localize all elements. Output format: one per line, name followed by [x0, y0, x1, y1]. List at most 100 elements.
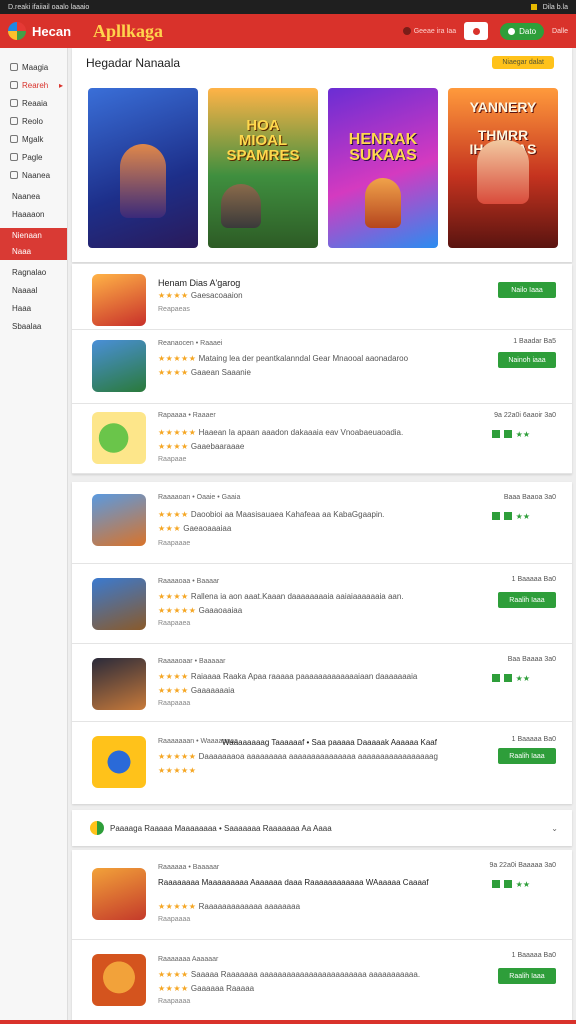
stars-icon: ★★★★ [158, 592, 189, 601]
see-all-button[interactable]: Niaegar dalat [492, 56, 554, 69]
user-icon [10, 135, 18, 143]
rating-text: Gaesacoaaion [190, 291, 243, 300]
sidebar-more-item[interactable]: Naaaal [0, 282, 67, 300]
stars-icon: ★★★★★ [158, 354, 197, 363]
section-header[interactable]: Paaaaga Raaaaa Maaaaaaaa • Saaaaaaa Raaa… [72, 810, 572, 846]
app-rating: ★★★★ Saaaaa Raaaaaaa aaaaaaaaaaaaaaaaaaa… [158, 970, 420, 979]
featured-banner[interactable] [88, 88, 198, 248]
app-icon [92, 954, 146, 1006]
settings-icon [10, 171, 18, 179]
list-icon [10, 153, 18, 161]
shield-icon [503, 880, 512, 888]
list-item[interactable]: Raaaaoan • Oaaie • Gaaia Baaa Baaoa 3a0 … [72, 482, 572, 564]
sidebar-item-list[interactable]: Pagle [0, 148, 67, 166]
rating-text: Gaaebaaraaae [190, 442, 245, 451]
install-button[interactable]: Nainoh iaaa [498, 352, 556, 368]
app-name: Mataing lea der peantkalanndal Gear Mnao… [198, 354, 409, 363]
star-icon: ★★ [515, 512, 530, 521]
app-size: 1 Baaaaa Ba0 [511, 952, 556, 959]
app-name: Henam Dias A'garog [158, 278, 241, 288]
character-illustration [221, 184, 261, 228]
sidebar-item-label: Reareh [22, 80, 49, 90]
lock-icon [491, 674, 500, 682]
stars-icon: ★★★★★ [158, 752, 197, 761]
featured-banner[interactable]: HOA MIOAL SPAMRES [208, 88, 318, 248]
sidebar-highlight-item[interactable]: Nienaan [12, 228, 67, 244]
app-developer: Raapaaaa [158, 998, 191, 1005]
store-icon [10, 117, 18, 125]
app-rating: ★★★★ Rallena ia aon aaat.Kaaan daaaaaaaa… [158, 592, 404, 601]
list-item[interactable]: Raaaaoaa • Baaaar 1 Baaaaa Ba0 ★★★★ Rall… [72, 564, 572, 644]
app-icon [92, 736, 146, 788]
app-name: Rallena ia aon aaat.Kaaan daaaaaaaaia aa… [190, 592, 404, 601]
install-button[interactable]: Raalih Iaaa [498, 592, 556, 608]
rating-text: Gaaean Saaanie [190, 368, 251, 377]
badge-icons: ★★ [491, 512, 530, 521]
app-category: Raaaaaaa Aaaaaar [158, 956, 219, 963]
app-size: Baaa Baaoa 3a0 [503, 494, 556, 501]
sidebar-item-store[interactable]: Reolo [0, 112, 67, 130]
sidebar-more-item[interactable]: Sbaalaa [0, 318, 67, 336]
user-icon [508, 27, 516, 35]
install-button[interactable]: Raalih Iaaa [498, 968, 556, 984]
sidebar-item-apps[interactable]: Reareh ▸ [0, 76, 67, 94]
rating-text: Gaaaaaaaia [190, 686, 235, 695]
stars-icon: ★★★★ [158, 672, 189, 681]
header-link[interactable]: Geeae ira Iaa [402, 27, 456, 35]
header-end-text[interactable]: Dalle [552, 28, 568, 35]
app-rating: ★★★★ Raiaaaa Raaka Apaa raaaaa paaaaaaaa… [158, 672, 417, 681]
list-item[interactable]: Raaaaaaan • Waaaaaaaa Waaaaaaaag Taaaaaa… [72, 722, 572, 804]
app-size: 1 Baadar Ba5 [513, 338, 556, 345]
logo-icon [8, 22, 26, 40]
list-item[interactable]: Raaaaaaa Aaaaaar 1 Baaaaa Ba0 ★★★★ Saaaa… [72, 940, 572, 1020]
status-bar: D.reaki ifaiiail oaalo laaaio Dila b.la [0, 0, 576, 14]
sidebar-highlight-item[interactable]: Naaa [12, 244, 67, 260]
app-list-secondary: Raaaaoan • Oaaie • Gaaia Baaa Baaoa 3a0 … [72, 482, 572, 804]
sidebar-more-item[interactable]: Haaa [0, 300, 67, 318]
app-name: Haaean la apaan aaadon dakaaaia eav Vnoa… [198, 428, 404, 437]
sidebar-item-home[interactable]: Maagia [0, 58, 67, 76]
install-button[interactable]: Raalih Iaaa [498, 748, 556, 764]
status-left-text: D.reaki ifaiiail oaalo laaaio [8, 3, 90, 11]
stars-icon: ★★★ [158, 524, 182, 533]
header-action-button[interactable]: Dato [500, 22, 545, 40]
stars-icon: ★★★★★ [158, 606, 197, 615]
sidebar-highlight[interactable]: Nienaan Naaa [0, 228, 67, 260]
app-developer: Raapaaaa [158, 916, 191, 923]
brand-name: Hecan [32, 23, 72, 39]
sidebar-plain-item[interactable]: Haaaaon [0, 206, 67, 224]
search-button[interactable] [464, 22, 489, 40]
app-size: 1 Baaaaa Ba0 [511, 576, 556, 583]
sidebar-item-label: Pagle [22, 152, 43, 162]
app-header: Hecan Apllkaga Geeae ira Iaa Dato Dalle [0, 14, 576, 48]
battery-icon [530, 4, 537, 10]
list-item[interactable]: Henam Dias A'garog ★★★★ Gaesacoaaion Rea… [72, 264, 572, 330]
list-item[interactable]: Raaaaoaar • Baaaaar ★★★★ Raiaaaa Raaka A… [72, 644, 572, 722]
featured-banner[interactable]: YANNERY THMRR IHAKEIAS [448, 88, 558, 248]
star-icon: ★★ [515, 880, 530, 889]
app-developer: Raapaae [158, 456, 187, 463]
install-button[interactable]: Nailo Iaaa [498, 282, 556, 298]
app-category: Reanaocen • Raaaei [158, 340, 223, 347]
sidebar-item-user[interactable]: Mgalk [0, 130, 67, 148]
app-icon [92, 868, 146, 920]
sidebar-item-settings[interactable]: Naanea [0, 166, 67, 184]
sidebar-item-grid[interactable]: Reaaia [0, 94, 67, 112]
character-illustration [120, 144, 166, 218]
chevron-down-icon[interactable]: ⌄ [551, 824, 558, 833]
list-item[interactable]: Reanaocen • Raaaei 1 Baadar Ba5 ★★★★★ Ma… [72, 330, 572, 404]
header-action-label: Dato [519, 26, 537, 36]
app-developer: Raapaaae [158, 540, 191, 547]
sidebar-item-label: Reaaia [22, 98, 48, 108]
list-item[interactable]: Raaaaaa • Baaaaar 9a 22a0i Baaaaa 3a0 Ra… [72, 850, 572, 940]
sidebar-more-item[interactable]: Ragnalao [0, 264, 67, 282]
stars-icon: ★★★★ [158, 442, 189, 451]
app-list-tertiary: Raaaaaa • Baaaaar 9a 22a0i Baaaaa 3a0 Ra… [72, 850, 572, 1020]
app-developer: Raapaaea [158, 620, 191, 627]
list-item[interactable]: Rapaaaa • Raaaer 9a 22a0i 6aaoir 3a0 ★★★… [72, 404, 572, 474]
app-size: 1 Baaaaa Ba0 [511, 736, 556, 743]
featured-banner[interactable]: HENRAK SUKAAS [328, 88, 438, 248]
search-icon [472, 27, 480, 35]
sidebar-plain-item[interactable]: Naanea [0, 188, 67, 206]
character-illustration [365, 178, 401, 228]
